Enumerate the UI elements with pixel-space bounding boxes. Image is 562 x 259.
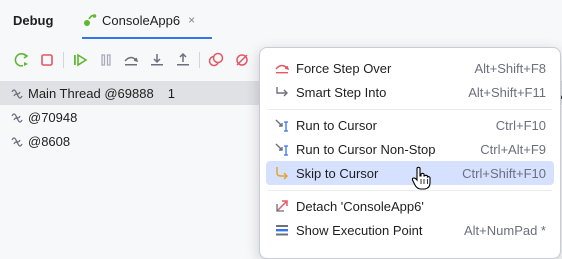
thread-icon — [10, 134, 24, 148]
skip-to-cursor-icon — [274, 165, 290, 181]
pause-icon[interactable] — [97, 51, 115, 69]
step-over-icon[interactable] — [122, 51, 140, 69]
thread-name: Main Thread @69888 — [28, 85, 154, 101]
menu-item-smart-step-into[interactable]: Smart Step Into Alt+Shift+F11 — [266, 80, 554, 104]
menu-item-shortcut: Alt+NumPad * — [463, 222, 546, 238]
mute-breakpoints-icon[interactable] — [233, 51, 251, 69]
menu-item-run-to-cursor-non-stop[interactable]: Run to Cursor Non-Stop Ctrl+Alt+F9 — [266, 137, 554, 161]
menu-item-shortcut: Ctrl+Shift+F10 — [462, 165, 546, 181]
menu-item-label: Smart Step Into — [296, 84, 387, 100]
step-out-icon[interactable] — [174, 51, 192, 69]
resume-icon[interactable] — [71, 51, 89, 69]
menu-separator — [268, 109, 552, 110]
thread-name: @8608 — [28, 133, 71, 149]
menu-item-skip-to-cursor[interactable]: Skip to Cursor Ctrl+Shift+F10 — [266, 161, 554, 185]
step-into-icon[interactable] — [148, 51, 166, 69]
show-execution-point-icon — [274, 222, 290, 238]
menu-item-label: Force Step Over — [296, 60, 392, 76]
run-to-cursor-icon — [274, 117, 290, 133]
debug-context-menu: Force Step Over Alt+Shift+F8 Smart Step … — [259, 47, 561, 259]
rerun-icon[interactable] — [13, 51, 31, 69]
menu-item-force-step-over[interactable]: Force Step Over Alt+Shift+F8 — [266, 56, 554, 80]
menu-item-show-execution-point[interactable]: Show Execution Point Alt+NumPad * — [266, 218, 554, 242]
tab-label: ConsoleApp6 — [102, 13, 181, 28]
menu-item-label: Run to Cursor Non-Stop — [296, 141, 436, 157]
active-tab-indicator — [82, 37, 212, 39]
stop-icon[interactable] — [38, 51, 56, 69]
menu-separator — [268, 190, 552, 191]
tool-window-title: Debug — [13, 13, 54, 28]
view-breakpoints-icon[interactable] — [207, 51, 225, 69]
menu-item-label: Skip to Cursor — [296, 165, 379, 181]
smart-step-into-icon — [274, 84, 290, 100]
menu-item-shortcut: Ctrl+F10 — [495, 117, 546, 133]
menu-item-label: Detach 'ConsoleApp6' — [296, 198, 424, 214]
menu-item-detach[interactable]: Detach 'ConsoleApp6' — [266, 194, 554, 218]
thread-icon — [10, 86, 24, 100]
menu-item-shortcut: Ctrl+Alt+F9 — [480, 141, 546, 157]
thread-count: 1 — [167, 85, 175, 101]
menu-item-label: Show Execution Point — [296, 222, 423, 238]
thread-name: @70948 — [28, 109, 78, 125]
toolbar-separator — [63, 52, 64, 68]
tab-consoleapp6[interactable]: ConsoleApp6 × — [82, 10, 195, 40]
menu-item-shortcut: Alt+Shift+F11 — [468, 84, 546, 100]
menu-item-shortcut: Alt+Shift+F8 — [474, 60, 546, 76]
thread-icon — [10, 110, 24, 124]
console-app-icon — [82, 12, 98, 28]
menu-item-label: Run to Cursor — [296, 117, 377, 133]
hand-cursor-icon — [411, 166, 431, 190]
debug-tab-bar: Debug ConsoleApp6 × — [0, 0, 562, 40]
menu-item-run-to-cursor[interactable]: Run to Cursor Ctrl+F10 — [266, 113, 554, 137]
force-step-over-icon — [274, 60, 290, 76]
toolbar-separator — [199, 52, 200, 68]
detach-icon — [274, 198, 290, 214]
run-to-cursor-nonstop-icon — [274, 141, 290, 157]
close-icon[interactable]: × — [188, 13, 195, 27]
